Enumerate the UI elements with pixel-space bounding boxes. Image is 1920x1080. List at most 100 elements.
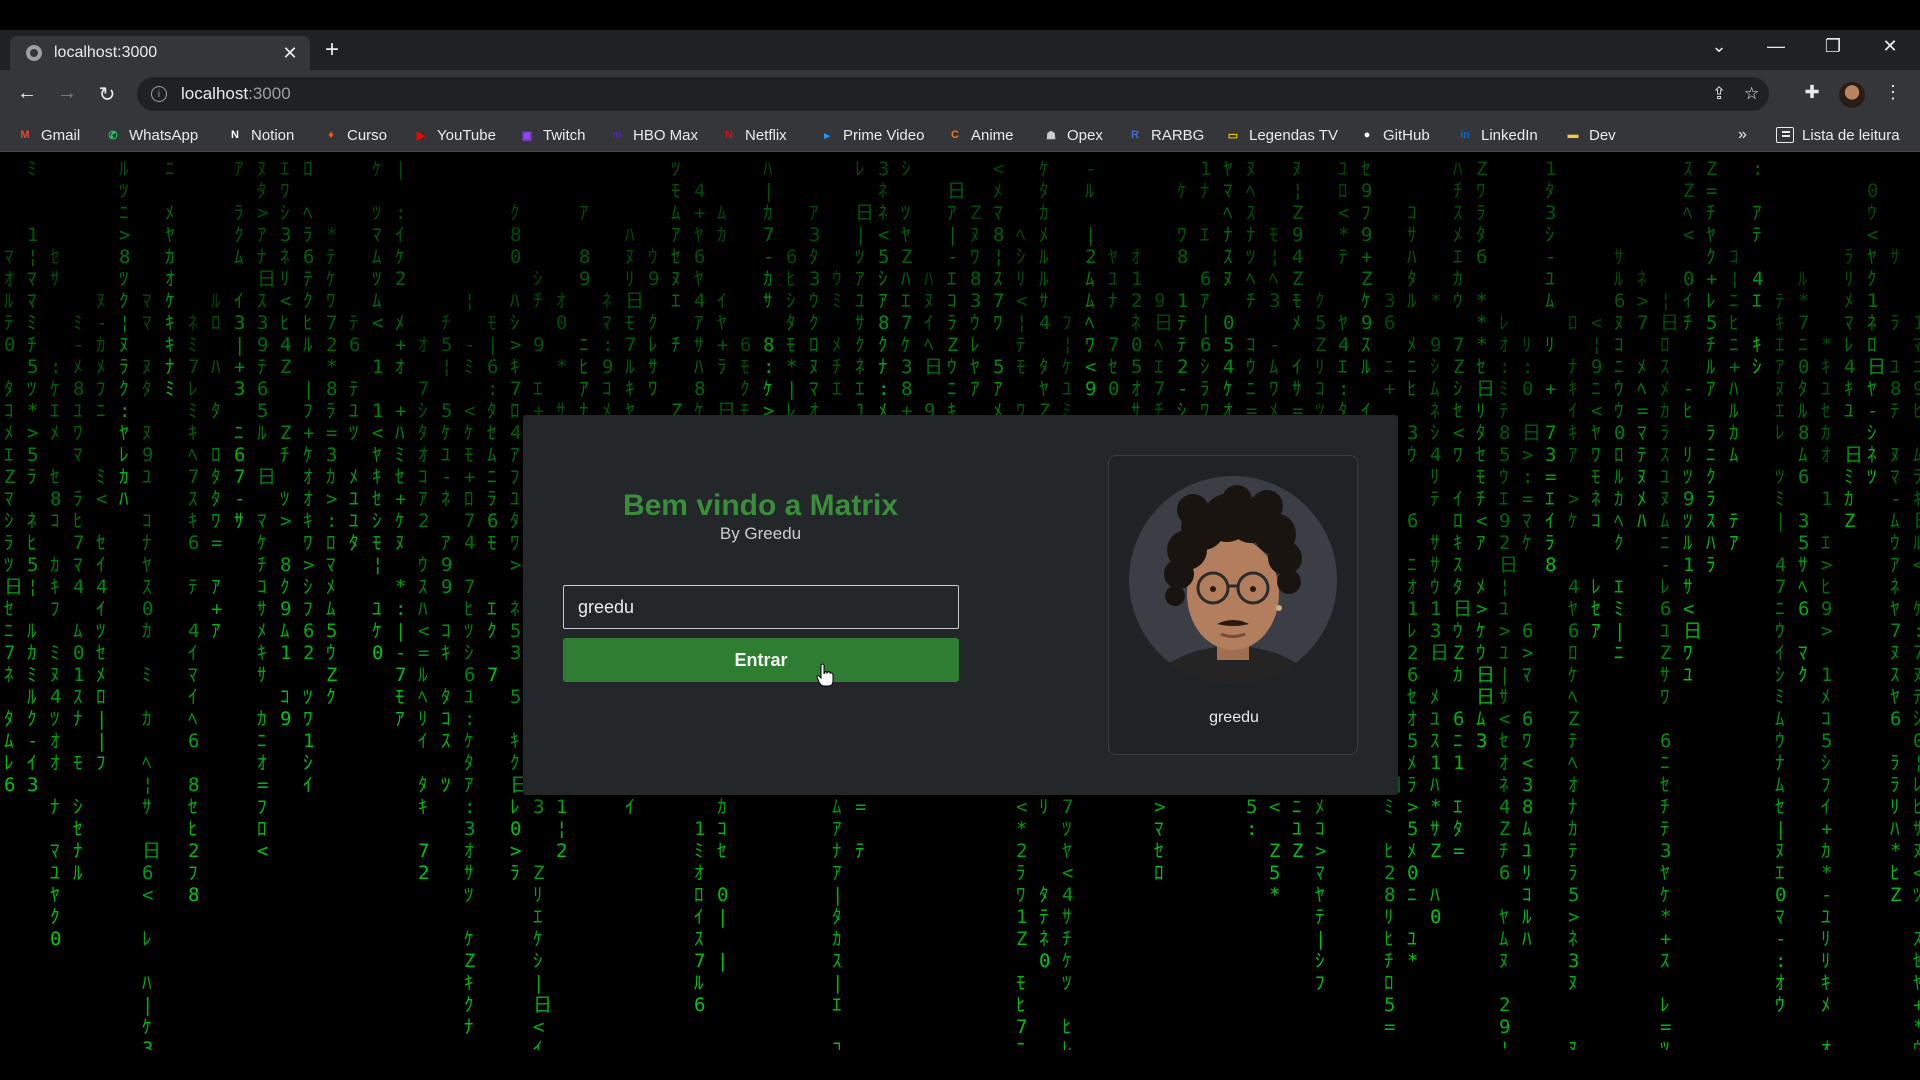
svg-text:ｷ: ｷ [1913, 488, 1920, 510]
back-button[interactable]: ← [13, 82, 41, 105]
bookmark-notion[interactable]: N Notion [226, 124, 294, 146]
svg-text:ﾏ: ﾏ [257, 510, 267, 532]
svg-text:ﾘ: ﾘ [1821, 950, 1831, 972]
bookmark-youtube[interactable]: ▶ YouTube [412, 124, 496, 146]
extensions-icon[interactable]: ✚ [1799, 82, 1825, 103]
svg-text:ｵ: ｵ [464, 840, 474, 862]
svg-text:ﾌ: ﾌ [1062, 312, 1072, 334]
svg-text:|: | [96, 708, 107, 730]
svg-text:ﾇ: ﾇ [809, 356, 819, 378]
svg-text:ﾕ: ﾕ [349, 400, 359, 422]
svg-text:ﾘ: ﾘ [1821, 928, 1831, 950]
reading-list-button[interactable]: Lista de leitura [1776, 124, 1900, 146]
svg-text:ｸ: ｸ [740, 378, 750, 400]
bookmark-star-icon[interactable]: ☆ [1744, 77, 1759, 111]
bookmark-linkedin[interactable]: in LinkedIn [1456, 124, 1538, 146]
svg-text:ﾀ: ﾀ [418, 422, 428, 444]
svg-text:ｸ: ｸ [1867, 268, 1877, 290]
svg-text:1: 1 [1407, 598, 1418, 620]
svg-text:ｴ: ｴ [1453, 246, 1463, 268]
enter-button[interactable]: Entrar [563, 638, 959, 682]
new-tab-button[interactable]: + [325, 38, 339, 62]
bookmark-curso[interactable]: ♦ Curso [322, 124, 387, 146]
more-bookmarks-button[interactable]: » [1738, 126, 1747, 144]
bookmark-prime-video[interactable]: ▸ Prime Video [818, 124, 924, 146]
username-input[interactable] [563, 585, 959, 629]
svg-text:-: - [395, 642, 406, 664]
svg-text:ﾛ: ﾛ [1568, 642, 1578, 664]
bookmark-dev[interactable]: ▬ Dev [1564, 124, 1616, 146]
reload-button[interactable]: ↻ [93, 82, 121, 107]
share-icon[interactable]: ⇪ [1712, 77, 1726, 111]
svg-text:ﾜ: ﾜ [1177, 224, 1187, 246]
svg-text:<: < [464, 400, 475, 422]
svg-text:Z: Z [1361, 268, 1372, 290]
svg-text:ﾈ: ﾈ [1039, 928, 1049, 950]
svg-text:ｳ: ｳ [1890, 532, 1900, 554]
svg-text::: : [464, 796, 475, 818]
svg-text:ﾒ: ﾒ [1844, 290, 1854, 312]
svg-text:|: | [303, 378, 314, 400]
browser-tab[interactable]: localhost:3000 ✕ [10, 36, 310, 70]
tab-search-icon[interactable]: ⌄ [1701, 36, 1737, 62]
svg-text:ｲ: ｲ [1453, 488, 1463, 510]
url-host: localhost [181, 84, 249, 103]
bookmarks-bar: M Gmail ✆ WhatsApp N Notion ♦ Curso ▶ YouTube ▣ Twi… [0, 118, 1920, 152]
bookmark-twitch[interactable]: ▣ Twitch [518, 124, 586, 146]
svg-text:日: 日 [257, 466, 276, 488]
svg-text:ｺ: ｺ [1315, 818, 1325, 840]
menu-icon[interactable]: ⋮ [1880, 82, 1906, 103]
minimize-button[interactable]: — [1758, 36, 1794, 62]
bookmark-legendas-tv[interactable]: ▭ Legendas TV [1224, 124, 1338, 146]
svg-text:6: 6 [234, 444, 245, 466]
bookmark-hbo-max[interactable]: m HBO Max [608, 124, 698, 146]
site-info-icon[interactable]: i [151, 86, 167, 102]
svg-text:ﾔ: ﾔ [165, 224, 175, 246]
svg-text:ﾏ: ﾏ [142, 290, 152, 312]
svg-text:ﾜ: ﾜ [303, 708, 313, 730]
svg-text:3: 3 [878, 158, 889, 180]
bookmark-rarbg[interactable]: R RARBG [1126, 124, 1204, 146]
svg-text:ﾕ: ﾕ [1499, 598, 1509, 620]
svg-text:*: * [1798, 290, 1809, 312]
maximize-button[interactable]: ❐ [1815, 36, 1851, 62]
close-tab-icon[interactable]: ✕ [280, 43, 300, 64]
svg-text:ｾ: ｾ [50, 466, 60, 488]
svg-text:<: < [1683, 598, 1694, 620]
close-window-button[interactable]: ✕ [1872, 36, 1908, 62]
bookmark-github[interactable]: ● GitHub [1358, 124, 1430, 146]
svg-text:Z: Z [1269, 840, 1280, 862]
page-subtitle: By Greedu [719, 524, 802, 543]
svg-text:8: 8 [993, 224, 1004, 246]
bookmark-netflix[interactable]: N Netflix [720, 124, 787, 146]
bookmark-opex[interactable]: ☗ Opex [1042, 124, 1103, 146]
svg-text:ﾕ: ﾕ [142, 466, 152, 488]
svg-text:ﾏ: ﾏ [1637, 422, 1647, 444]
svg-text:ｳ: ｳ [1614, 378, 1624, 400]
svg-text:ﾂ: ﾂ [671, 158, 681, 180]
bookmark-anime[interactable]: C Anime [946, 124, 1014, 146]
bookmark-whatsapp[interactable]: ✆ WhatsApp [104, 124, 198, 146]
svg-text:ﾁ: ﾁ [1706, 202, 1716, 224]
svg-text:|: | [533, 972, 544, 994]
svg-text:ｶ: ｶ [1821, 840, 1831, 862]
bookmark-gmail[interactable]: M Gmail [16, 124, 80, 146]
address-bar[interactable]: i localhost:3000 ⇪ ☆ [137, 77, 1769, 111]
svg-text:ﾛ: ﾛ [257, 818, 267, 840]
svg-text:ｶ: ｶ [1660, 400, 1670, 422]
profile-avatar[interactable] [1839, 82, 1865, 108]
svg-text:9: 9 [441, 576, 452, 598]
svg-text:ﾍ: ﾍ [188, 444, 198, 466]
svg-text:9: 9 [1292, 224, 1303, 246]
svg-text:ﾛ: ﾛ [1453, 510, 1463, 532]
svg-text:ｲ: ｲ [1545, 510, 1555, 532]
svg-text:7: 7 [1016, 1016, 1027, 1038]
svg-text:ﾈ: ﾈ [1430, 400, 1440, 422]
notion-icon: N [231, 129, 239, 141]
forward-button[interactable]: → [53, 82, 81, 105]
flame-icon: ♦ [328, 129, 334, 141]
svg-text:=: = [418, 642, 429, 664]
svg-text:ｻ: ｻ [1798, 554, 1808, 576]
svg-text:0: 0 [1683, 268, 1694, 290]
svg-text:9: 9 [1361, 224, 1372, 246]
